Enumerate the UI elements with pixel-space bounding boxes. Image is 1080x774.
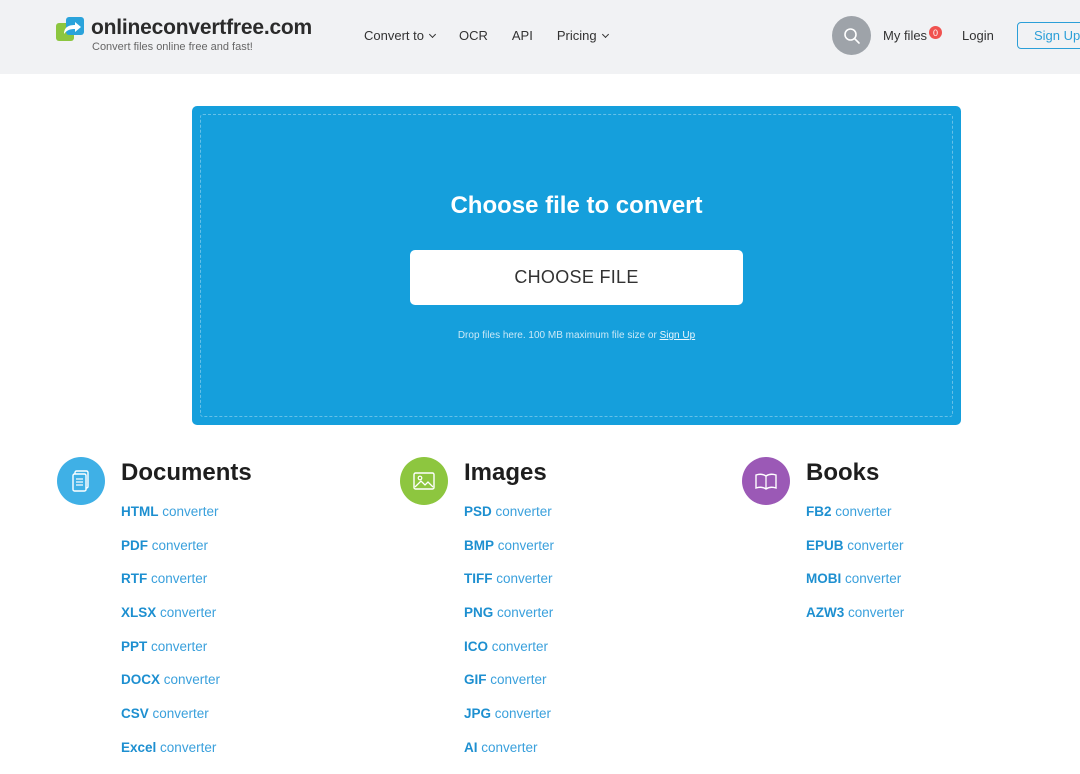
converter-suffix: converter bbox=[497, 605, 554, 621]
format-name: XLSX bbox=[121, 605, 157, 621]
nav-pricing-label: Pricing bbox=[556, 28, 597, 43]
converter-suffix: converter bbox=[151, 571, 208, 587]
converter-suffix: converter bbox=[163, 672, 221, 688]
converter-suffix: converter bbox=[494, 706, 552, 722]
converter-suffix: converter bbox=[496, 571, 553, 587]
converter-suffix: converter bbox=[151, 537, 209, 553]
converter-suffix: converter bbox=[848, 605, 905, 621]
converter-link-csv[interactable]: CSV converter bbox=[121, 706, 220, 740]
converter-suffix: converter bbox=[845, 571, 902, 587]
site-logo[interactable]: onlineconvertfree.com Convert files onli… bbox=[56, 15, 312, 53]
signup-button[interactable]: Sign Up bbox=[1017, 22, 1080, 49]
nav-api[interactable]: API bbox=[512, 28, 533, 43]
converter-suffix: converter bbox=[491, 638, 549, 654]
logo-tagline: Convert files online free and fast! bbox=[92, 41, 253, 53]
format-name: ICO bbox=[464, 638, 489, 654]
converter-link-jpg[interactable]: JPG converter bbox=[464, 706, 554, 740]
format-name: HTML bbox=[121, 504, 159, 519]
search-button[interactable] bbox=[832, 16, 871, 55]
converter-link-ai[interactable]: AI converter bbox=[464, 740, 554, 774]
converter-list: PSD converter BMP converter TIFF convert… bbox=[464, 504, 554, 774]
converter-suffix: converter bbox=[162, 504, 219, 519]
my-files-link[interactable]: My files 0 bbox=[883, 26, 943, 43]
logo-convert-icon bbox=[56, 17, 86, 43]
converter-list: FB2 converter EPUB converter MOBI conver… bbox=[806, 504, 904, 639]
site-header: onlineconvertfree.com Convert files onli… bbox=[0, 0, 1080, 74]
converter-link-xlsx[interactable]: XLSX converter bbox=[121, 605, 220, 639]
format-name: PSD bbox=[464, 504, 492, 519]
search-icon bbox=[843, 27, 860, 44]
my-files-count-badge: 0 bbox=[929, 26, 943, 39]
converter-suffix: converter bbox=[847, 537, 904, 553]
converter-suffix: converter bbox=[152, 706, 209, 722]
format-name: RTF bbox=[121, 571, 148, 587]
file-drop-zone[interactable]: Choose file to convert CHOOSE FILE Drop … bbox=[192, 106, 961, 425]
format-name: Excel bbox=[121, 739, 157, 755]
nav-ocr-label: OCR bbox=[458, 28, 488, 43]
main-nav: Convert to OCR API Pricing bbox=[364, 28, 632, 43]
format-name: AI bbox=[464, 739, 478, 755]
converter-link-bmp[interactable]: BMP converter bbox=[464, 538, 554, 572]
drop-note: Drop files here. 100 MB maximum file siz… bbox=[192, 330, 961, 341]
category-title: Documents bbox=[121, 459, 252, 486]
converter-link-psd[interactable]: PSD converter bbox=[464, 504, 554, 538]
format-name: BMP bbox=[464, 537, 494, 553]
format-name: PDF bbox=[121, 537, 148, 553]
login-link[interactable]: Login bbox=[962, 28, 994, 43]
converter-link-mobi[interactable]: MOBI converter bbox=[806, 571, 904, 605]
image-icon bbox=[400, 457, 448, 505]
format-name: TIFF bbox=[464, 571, 493, 587]
my-files-label: My files bbox=[883, 28, 928, 43]
converter-link-html[interactable]: HTML converter bbox=[121, 504, 220, 538]
chevron-down-icon bbox=[601, 30, 609, 38]
converter-link-rtf[interactable]: RTF converter bbox=[121, 571, 220, 605]
converter-link-gif[interactable]: GIF converter bbox=[464, 672, 554, 706]
converter-link-ico[interactable]: ICO converter bbox=[464, 639, 554, 673]
converter-suffix: converter bbox=[160, 605, 217, 621]
converter-link-tiff[interactable]: TIFF converter bbox=[464, 571, 554, 605]
converter-link-ppt[interactable]: PPT converter bbox=[121, 639, 220, 673]
format-name: CSV bbox=[121, 706, 149, 722]
nav-pricing[interactable]: Pricing bbox=[556, 28, 609, 43]
converter-link-pdf[interactable]: PDF converter bbox=[121, 538, 220, 572]
converter-link-fb2[interactable]: FB2 converter bbox=[806, 504, 904, 538]
nav-ocr[interactable]: OCR bbox=[459, 28, 488, 43]
converter-link-excel[interactable]: Excel converter bbox=[121, 740, 220, 774]
converter-suffix: converter bbox=[490, 672, 547, 688]
format-name: AZW3 bbox=[806, 605, 845, 621]
upload-title: Choose file to convert bbox=[450, 192, 703, 219]
nav-convert-to[interactable]: Convert to bbox=[364, 28, 437, 43]
nav-api-label: API bbox=[511, 28, 533, 43]
converter-link-docx[interactable]: DOCX converter bbox=[121, 672, 220, 706]
format-name: MOBI bbox=[806, 571, 842, 587]
converter-suffix: converter bbox=[481, 739, 538, 755]
format-name: EPUB bbox=[806, 537, 844, 553]
converter-link-epub[interactable]: EPUB converter bbox=[806, 538, 904, 572]
document-icon bbox=[57, 457, 105, 505]
converter-suffix: converter bbox=[160, 739, 217, 755]
category-title: Images bbox=[464, 459, 547, 486]
drop-note-signup-link[interactable]: Sign Up bbox=[660, 330, 696, 341]
format-name: PPT bbox=[121, 638, 148, 654]
converter-suffix: converter bbox=[495, 504, 552, 519]
chevron-down-icon bbox=[428, 30, 437, 38]
format-name: PNG bbox=[464, 605, 494, 621]
converter-suffix: converter bbox=[835, 504, 892, 519]
converter-list: HTML converter PDF converter RTF convert… bbox=[121, 504, 220, 774]
converter-link-png[interactable]: PNG converter bbox=[464, 605, 554, 639]
format-name: DOCX bbox=[121, 672, 161, 688]
format-name: GIF bbox=[464, 672, 487, 688]
book-icon bbox=[742, 457, 790, 505]
converter-link-azw3[interactable]: AZW3 converter bbox=[806, 605, 904, 639]
drop-note-text: Drop files here. 100 MB maximum file siz… bbox=[457, 330, 657, 341]
logo-name: onlineconvertfree.com bbox=[91, 16, 313, 39]
choose-file-button[interactable]: CHOOSE FILE bbox=[410, 250, 743, 305]
format-name: FB2 bbox=[806, 504, 832, 519]
nav-convert-to-label: Convert to bbox=[364, 28, 424, 43]
converter-suffix: converter bbox=[151, 638, 208, 654]
category-title: Books bbox=[806, 459, 880, 486]
converter-suffix: converter bbox=[497, 537, 555, 553]
format-name: JPG bbox=[464, 706, 492, 722]
